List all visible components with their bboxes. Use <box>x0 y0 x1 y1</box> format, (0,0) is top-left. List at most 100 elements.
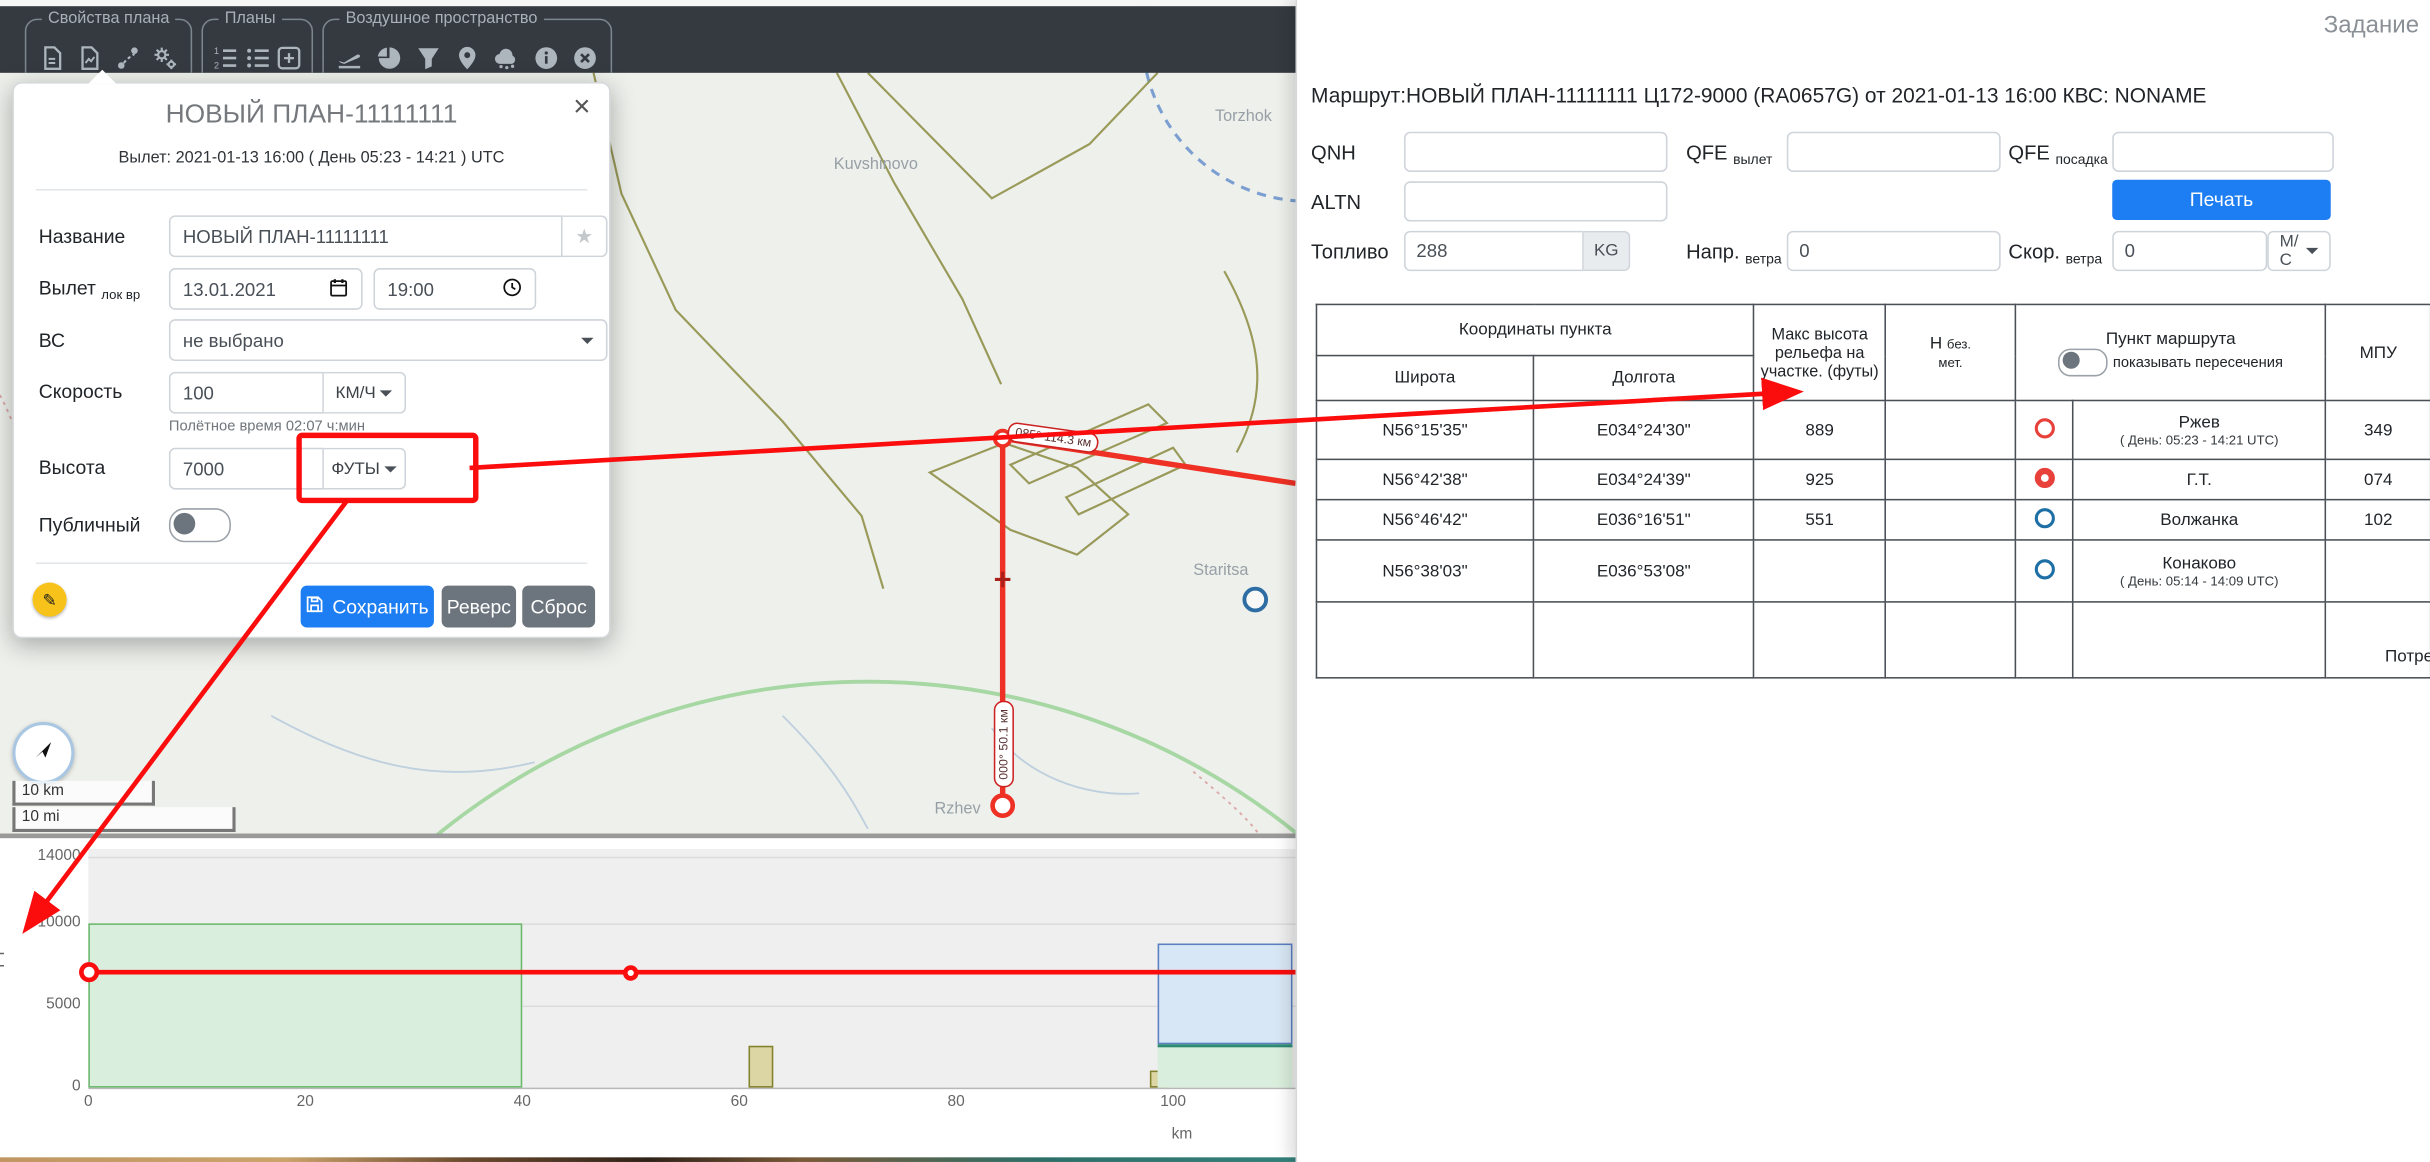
x-tick-label: 40 <box>499 1094 545 1111</box>
qfe-arrival-input[interactable] <box>2112 132 2334 172</box>
cloud-icon[interactable] <box>489 40 523 73</box>
filter-icon[interactable] <box>411 40 445 73</box>
plane-departure-icon[interactable] <box>333 40 367 73</box>
wind-speed-label: Скор. ветра <box>2008 240 2102 266</box>
chevron-down-icon <box>581 337 593 343</box>
altitude-line <box>88 969 1295 974</box>
save-button[interactable]: Сохранить <box>301 586 434 628</box>
reverse-button[interactable]: Реверс <box>442 586 516 628</box>
route-track <box>993 431 1296 816</box>
altn-input[interactable] <box>1404 181 1667 221</box>
waypoint-radio[interactable] <box>2016 500 2073 540</box>
chevron-down-icon <box>385 466 397 472</box>
toolbar-group-2: Планы12 <box>201 19 313 73</box>
waypoint-radio[interactable] <box>2016 540 2073 602</box>
departure-label-text: Вылет <box>39 277 96 299</box>
qfe-arrival-label: QFE посадка <box>2008 141 2107 167</box>
speed-unit-dropdown[interactable]: КМ/Ч <box>324 372 406 414</box>
locate-me-button[interactable] <box>12 722 74 784</box>
waypoint-radio[interactable] <box>2016 400 2073 459</box>
speed-input[interactable]: 100 <box>169 372 324 414</box>
chart-region-airspace-green-low <box>1158 1045 1293 1088</box>
public-label: Публичный <box>39 514 141 536</box>
table-row: N56°38'03"E036°53'08"Конаково( День: 05:… <box>1316 540 2430 602</box>
route-summary-prefix: Маршрут: <box>1311 84 1406 107</box>
x-tick-label: 60 <box>716 1094 762 1111</box>
cell-waypoint-name: Конаково( День: 05:14 - 14:09 UTC) <box>2073 540 2326 602</box>
qnh-input[interactable] <box>1404 132 1667 172</box>
table-row: N56°46'42"E036°16'51"551Волжанка102 <box>1316 500 2430 540</box>
svg-text:2: 2 <box>214 60 219 70</box>
reset-button[interactable]: Сброс <box>522 586 595 628</box>
cell-safe-alt <box>1885 500 2015 540</box>
cell-relief <box>1754 540 1885 602</box>
elevation-profile-panel: 050001000014000020406080100 FT km <box>0 834 1296 1158</box>
save-button-label: Сохранить <box>332 596 428 618</box>
staritsa-point[interactable] <box>1244 589 1266 611</box>
departure-time-input[interactable]: 19:00 <box>373 268 536 310</box>
lon-header: Долгота <box>1534 356 1754 401</box>
print-button[interactable]: Печать <box>2112 180 2331 220</box>
cell-waypoint-name: Ржев( День: 05:23 - 14:21 UTC) <box>2073 400 2326 459</box>
mpu-header: МПУ <box>2326 304 2430 400</box>
wind-direction-input[interactable]: 0 <box>1787 231 2001 271</box>
chart-region-terrain-bar-1 <box>748 1046 774 1087</box>
name-label: Название <box>39 226 126 248</box>
star-icon[interactable]: ★ <box>563 215 608 257</box>
clock-icon[interactable] <box>502 277 522 302</box>
fuel-value: 288 <box>1416 240 1447 262</box>
list-icon[interactable] <box>241 40 273 73</box>
name-input[interactable]: НОВЫЙ ПЛАН-11111111 <box>169 215 563 257</box>
speed-label: Скорость <box>39 381 123 403</box>
cell-mpu: 349 <box>2326 400 2430 459</box>
calendar-icon[interactable] <box>329 277 349 302</box>
fuel-input[interactable]: 288 <box>1404 231 1584 271</box>
departure-date-input[interactable]: 13.01.2021 <box>169 268 363 310</box>
intersections-toggle[interactable] <box>2059 348 2109 376</box>
wind-speed-value: 0 <box>2125 240 2135 262</box>
plus-square-icon[interactable] <box>273 40 305 73</box>
waypoint-header: Пункт маршрута показывать пересечения <box>2016 304 2326 400</box>
altitude-input[interactable]: 7000 <box>169 448 324 490</box>
panel-title: Задание <box>2324 12 2419 40</box>
qfe-departure-input[interactable] <box>1787 132 2001 172</box>
name-value: НОВЫЙ ПЛАН-11111111 <box>183 225 549 247</box>
ordered-list-icon[interactable]: 12 <box>209 40 241 73</box>
file-chart-icon[interactable] <box>72 40 106 73</box>
info-icon[interactable] <box>529 40 563 73</box>
cell-safe-alt <box>1885 540 2015 602</box>
wind-speed-text: Скор. <box>2008 240 2060 263</box>
altitude-waypoint-marker[interactable] <box>623 964 638 979</box>
cell-relief: 551 <box>1754 500 1885 540</box>
close-circle-icon[interactable] <box>568 40 602 73</box>
qnh-label: QNH <box>1311 141 1356 164</box>
app-stage: KuvshinovoTorzhokStaritsaRzhev 085° 114.… <box>0 0 2430 1162</box>
route-icon[interactable] <box>110 40 144 73</box>
location-pin-icon[interactable] <box>450 40 484 73</box>
gears-icon[interactable] <box>148 40 182 73</box>
svg-text:1: 1 <box>214 45 219 55</box>
route-leg-label-2: 000° 50.1 км <box>994 701 1014 787</box>
route-endpoint-rzhev[interactable] <box>993 796 1013 816</box>
wind-speed-unit-select[interactable]: М/С <box>2267 231 2331 271</box>
cell-waypoint-name: Волжанка <box>2073 500 2326 540</box>
wind-dir-value: 0 <box>1799 240 1809 262</box>
cell-safe-alt <box>1885 400 2015 459</box>
speed-value: 100 <box>183 382 310 404</box>
qfe-dep-text: QFE <box>1686 141 1727 164</box>
y-axis-label: FT <box>0 949 9 968</box>
cell-lon: E036°53'08" <box>1534 540 1754 602</box>
floppy-icon <box>306 595 325 618</box>
pie-chart-icon[interactable] <box>372 40 406 73</box>
file-icon[interactable] <box>34 40 68 73</box>
wind-speed-input[interactable]: 0 <box>2112 231 2267 271</box>
altitude-waypoint-marker[interactable] <box>78 962 98 982</box>
altitude-label: Высота <box>39 457 106 479</box>
public-toggle[interactable] <box>169 508 231 542</box>
popover-arrow <box>88 70 116 84</box>
aircraft-select[interactable]: не выбрано <box>169 319 608 361</box>
altitude-unit-dropdown[interactable]: ФУТЫ <box>324 448 406 490</box>
cell-waypoint-name: Г.Т. <box>2073 459 2326 499</box>
pencil-icon[interactable]: ✎ <box>33 583 67 617</box>
waypoint-radio[interactable] <box>2016 459 2073 499</box>
